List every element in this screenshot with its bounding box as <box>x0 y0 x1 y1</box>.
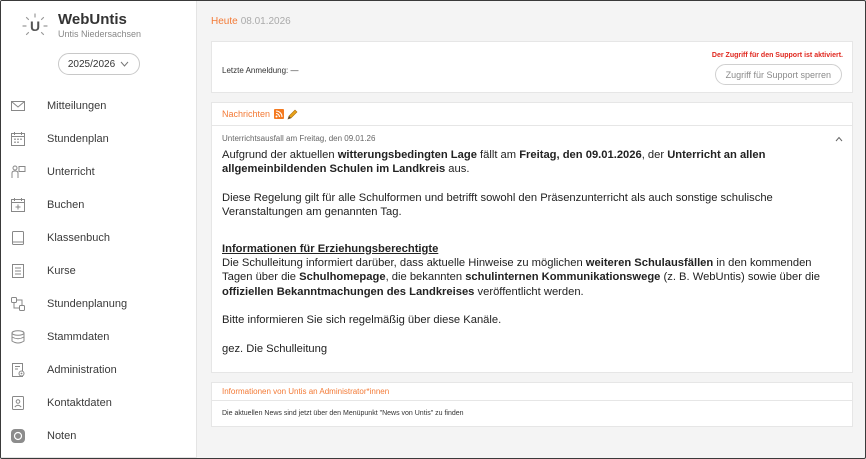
message-heading: Informationen für Erziehungsberechtigte <box>222 242 832 256</box>
list-icon <box>10 263 26 279</box>
login-card: Letzte Anmeldung: — Der Zugriff für den … <box>211 41 853 93</box>
school-year-select[interactable]: 2025/2026 <box>57 53 140 75</box>
sidebar-nav: Mitteilungen Stundenplan Unterricht Buch… <box>1 89 196 452</box>
text-segment: Aufgrund der aktuellen <box>222 149 338 161</box>
school-year-value: 2025/2026 <box>67 58 116 70</box>
sidebar-item-unterricht[interactable]: Unterricht <box>1 155 196 188</box>
sidebar-item-label: Kurse <box>47 264 76 277</box>
message-paragraph: Aufgrund der aktuellen witterungsbedingt… <box>222 148 832 177</box>
sidebar-item-buchen[interactable]: Buchen <box>1 188 196 221</box>
date-header: Heute 08.01.2026 <box>211 1 853 41</box>
admin-news-title: Informationen von Untis an Administrator… <box>212 383 852 401</box>
teacher-icon <box>10 164 26 180</box>
app-frame: U WebUntis Untis Niedersachsen 2025/2026… <box>0 0 866 459</box>
sidebar-item-label: Administration <box>47 363 117 376</box>
admin-news-card: Informationen von Untis an Administrator… <box>211 382 853 427</box>
chevron-up-icon[interactable] <box>835 134 843 144</box>
sidebar-item-label: Mitteilungen <box>47 99 107 112</box>
brand-subtitle: Untis Niedersachsen <box>58 28 142 39</box>
sidebar-item-label: Stundenplan <box>47 132 109 145</box>
lock-support-button[interactable]: Zugriff für Support sperren <box>714 64 842 85</box>
sidebar-item-label: Stammdaten <box>47 330 110 343</box>
news-header: Nachrichten <box>212 103 852 126</box>
admin-news-text: Die aktuellen News sind jetzt über den M… <box>222 410 464 417</box>
sidebar-item-label: Noten <box>47 429 77 442</box>
sidebar-item-label: Kontaktdaten <box>47 396 112 409</box>
news-title: Nachrichten <box>222 109 271 119</box>
message-paragraph: Diese Regelung gilt für alle Schulformen… <box>222 191 773 219</box>
text-segment: , der <box>641 149 668 161</box>
logo-letter: U <box>30 18 41 34</box>
brand-title: WebUntis <box>58 11 127 29</box>
text-segment: aus. <box>445 163 470 176</box>
main-content: Heute 08.01.2026 Letzte Anmeldung: — Der… <box>197 1 865 458</box>
message-body: Aufgrund der aktuellen witterungsbedingt… <box>222 148 832 356</box>
sidebar-item-mitteilungen[interactable]: Mitteilungen <box>1 89 196 122</box>
text-bold: offiziellen Bekanntmachungen des Landkre… <box>222 285 475 298</box>
mail-icon <box>10 98 26 114</box>
pencil-icon[interactable] <box>287 109 298 120</box>
chevron-down-icon <box>120 60 129 69</box>
sidebar-item-stundenplan[interactable]: Stundenplan <box>1 122 196 155</box>
database-icon <box>10 329 26 345</box>
book-icon <box>10 230 26 246</box>
sidebar-item-kurse[interactable]: Kurse <box>1 254 196 287</box>
sidebar-item-label: Unterricht <box>47 165 95 178</box>
text-bold: schulinternen Kommunikationswege <box>465 271 661 284</box>
sidebar-item-label: Klassenbuch <box>47 231 110 244</box>
news-card: Nachrichten Unterrichtsausfall am Freita… <box>211 102 853 373</box>
today-date: 08.01.2026 <box>240 15 291 27</box>
sidebar-item-administration[interactable]: Administration <box>1 353 196 386</box>
webuntis-logo-icon: U <box>22 13 48 39</box>
brand[interactable]: U WebUntis Untis Niedersachsen <box>1 1 196 51</box>
text-bold: weiteren Schulausfällen <box>585 257 714 270</box>
text-segment: veröffentlicht werden. <box>474 285 584 298</box>
text-segment: Die Schulleitung informiert darüber, das… <box>222 257 586 270</box>
text-segment: (z. B. WebUntis) sowie über die <box>660 271 820 284</box>
last-login-text: Letzte Anmeldung: — <box>222 66 299 75</box>
message-paragraph: Die Schulleitung informiert darüber, das… <box>222 256 832 299</box>
today-label: Heute <box>211 15 238 27</box>
sidebar-item-noten[interactable]: Noten <box>1 419 196 452</box>
rss-icon[interactable] <box>274 109 285 119</box>
text-bold: Schulhomepage <box>299 271 386 284</box>
divider <box>1 457 196 458</box>
text-segment: , die bekannten <box>385 271 466 284</box>
sidebar-item-kontaktdaten[interactable]: Kontaktdaten <box>1 386 196 419</box>
sidebar-item-label: Buchen <box>47 198 85 211</box>
text-bold: witterungsbedingten Lage <box>337 149 477 161</box>
support-status-warning: Der Zugriff für den Support ist aktivier… <box>711 52 843 59</box>
sidebar-item-klassenbuch[interactable]: Klassenbuch <box>1 221 196 254</box>
calendar-plus-icon <box>10 197 26 213</box>
heading-text: Informationen für Erziehungsberechtigte <box>222 242 439 255</box>
admin-gear-icon <box>10 362 26 378</box>
contact-icon <box>10 395 26 411</box>
sidebar: U WebUntis Untis Niedersachsen 2025/2026… <box>1 1 197 458</box>
calendar-icon <box>10 131 26 147</box>
message-signature: gez. Die Schulleitung <box>222 342 328 355</box>
text-bold: Freitag, den 09.01.2026 <box>519 149 642 161</box>
sidebar-item-label: Stundenplanung <box>47 297 128 310</box>
sidebar-item-stundenplanung[interactable]: Stundenplanung <box>1 287 196 320</box>
message-subject: Unterrichtsausfall am Freitag, den 09.01… <box>222 134 376 143</box>
sidebar-item-stammdaten[interactable]: Stammdaten <box>1 320 196 353</box>
message-paragraph: Bitte informieren Sie sich regelmäßig üb… <box>222 314 502 327</box>
planning-icon <box>10 296 26 312</box>
text-segment: fällt am <box>476 149 520 161</box>
grades-icon <box>10 428 26 444</box>
